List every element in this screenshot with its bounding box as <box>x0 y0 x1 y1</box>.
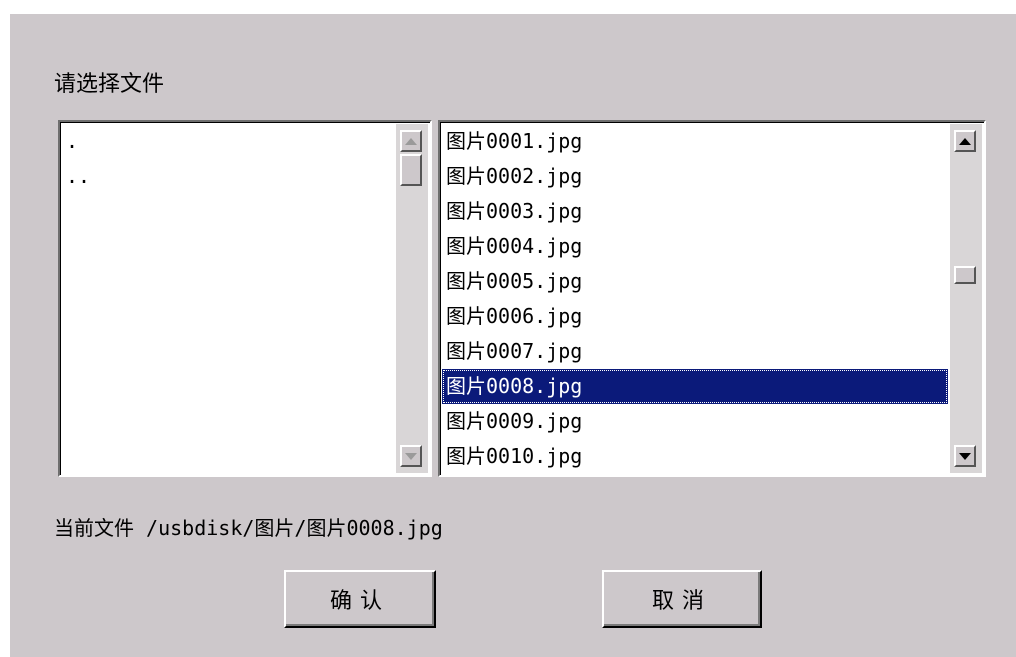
arrow-up-icon <box>959 137 971 145</box>
file-item[interactable]: 图片0007.jpg <box>442 334 948 369</box>
directory-item[interactable]: . <box>62 124 394 159</box>
directory-list[interactable]: ... <box>58 120 432 477</box>
file-item[interactable]: 图片0004.jpg <box>442 229 948 264</box>
file-chooser-dialog: 请选择文件 ... 图片0001.jpg 图片0002.jpg 图片0003.jpg… <box>8 12 1016 657</box>
directory-item[interactable]: .. <box>62 159 394 194</box>
directory-scroll-down-button[interactable] <box>400 445 422 467</box>
file-item[interactable]: 图片0001.jpg <box>442 124 948 159</box>
file-item[interactable]: 图片0005.jpg <box>442 264 948 299</box>
arrow-down-icon <box>959 452 971 460</box>
file-item[interactable]: 图片0002.jpg <box>442 159 948 194</box>
file-item[interactable]: 图片0006.jpg <box>442 299 948 334</box>
current-file-path: /usbdisk/图片/图片0008.jpg <box>146 516 443 540</box>
file-scroll-thumb[interactable] <box>954 266 976 284</box>
file-item[interactable]: 图片0008.jpg <box>442 369 948 404</box>
confirm-button[interactable]: 确认 <box>284 570 436 628</box>
file-scrollbar[interactable] <box>950 124 982 473</box>
arrow-up-icon <box>405 137 417 145</box>
current-file-display: 当前文件 /usbdisk/图片/图片0008.jpg <box>54 512 443 541</box>
file-item[interactable]: 图片0003.jpg <box>442 194 948 229</box>
dialog-title: 请选择文件 <box>54 72 165 97</box>
directory-scroll-thumb[interactable] <box>400 154 422 186</box>
file-items: 图片0001.jpg 图片0002.jpg 图片0003.jpg 图片0004.jpg… <box>442 124 948 473</box>
file-item[interactable]: 图片0009.jpg <box>442 404 948 439</box>
directory-scrollbar[interactable] <box>396 124 428 473</box>
file-scroll-up-button[interactable] <box>954 130 976 152</box>
cancel-button[interactable]: 取消 <box>602 570 762 628</box>
file-scroll-down-button[interactable] <box>954 445 976 467</box>
file-item[interactable]: 图片0010.jpg <box>442 439 948 473</box>
current-file-label: 当前文件 <box>54 516 134 540</box>
directory-scroll-up-button[interactable] <box>400 130 422 152</box>
arrow-down-icon <box>405 452 417 460</box>
file-list[interactable]: 图片0001.jpg 图片0002.jpg 图片0003.jpg 图片0004.jpg… <box>438 120 986 477</box>
directory-items: ... <box>62 124 394 473</box>
